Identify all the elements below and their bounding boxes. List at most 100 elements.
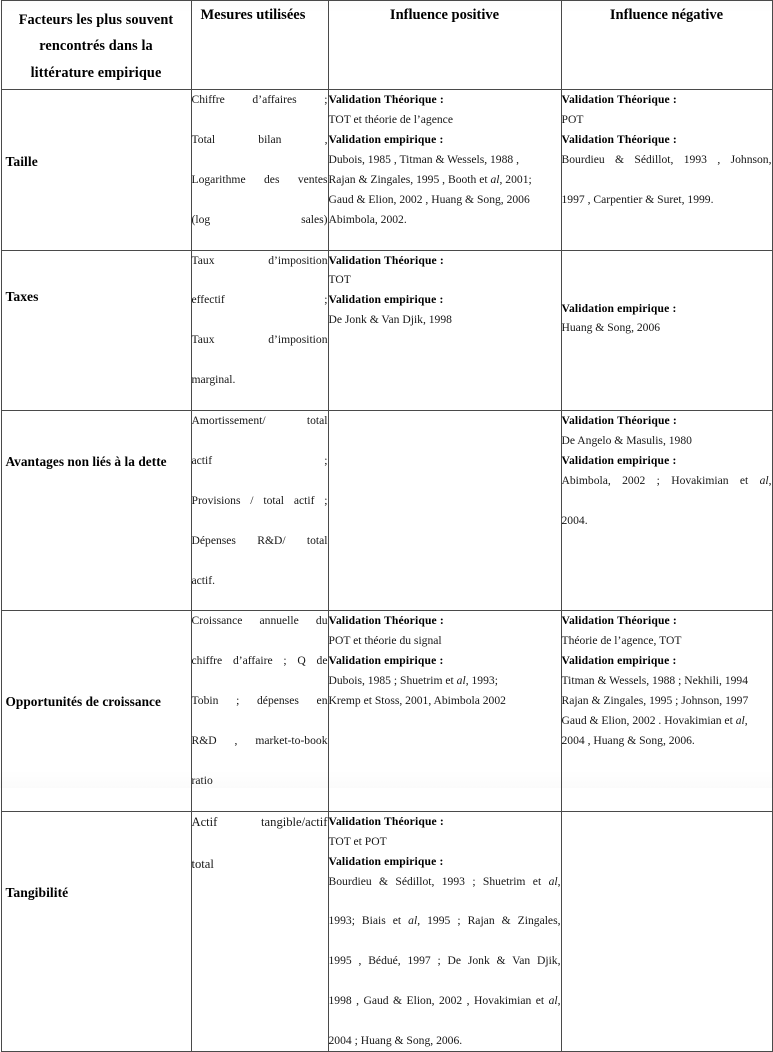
factor-cell: Avantages non liés à la dette: [0, 409, 192, 612]
positive-line: 1993; Biais et al, 1995 ; Rajan & Zingal…: [328, 914, 561, 928]
negative-line: De Angelo & Masulis, 1980: [561, 433, 692, 447]
factor-label: Opportunités de croissance: [5, 694, 161, 710]
positive-line: Validation empirique :: [328, 132, 444, 146]
positive-line: 1995 , Bédué, 1997 ; De Jonk & Van Djik,: [328, 954, 561, 968]
table-header: Facteurs les plus souvent rencontrés dan…: [0, 0, 773, 90]
measure-line: total: [191, 857, 214, 872]
positive-line: Validation empirique :: [328, 654, 444, 668]
positive-line: Dubois, 1985 ; Shuetrim et al, 1993;: [328, 674, 498, 688]
negative-line: Théorie de l’agence, TOT: [561, 634, 682, 648]
positive-line: TOT: [328, 273, 351, 287]
negative-influence-cell: [560, 810, 773, 1052]
positive-line: Bourdieu & Sédillot, 1993 ; Shuetrim et …: [328, 874, 561, 888]
negative-influence-cell: Validation Théorique : POT Validation Théo…: [560, 89, 773, 251]
table-row: Tangibilité Actif tangible/actif total Vali…: [0, 810, 773, 1052]
negative-line: Bourdieu & Sédillot, 1993 , Johnson,: [561, 152, 772, 166]
column-header-factors: Facteurs les plus souvent rencontrés dan…: [0, 0, 192, 90]
positive-line: 1998 , Gaud & Elion, 2002 , Hovakimian e…: [328, 994, 561, 1008]
header-row: Facteurs les plus souvent rencontrés dan…: [0, 0, 773, 90]
table-body: Taille Chiffre d’affaires ; Total bilan , L…: [0, 89, 773, 1052]
positive-line: De Jonk & Van Djik, 1998: [328, 313, 452, 327]
column-header-factors-line-2: rencontrés dans la: [39, 38, 153, 55]
negative-line: Gaud & Elion, 2002 . Hovakimian et al,: [561, 714, 748, 728]
positive-influence-cell: Validation Théorique : POT et théorie du …: [327, 610, 562, 812]
factor-label: Avantages non liés à la dette: [5, 454, 167, 469]
table-row: Taille Chiffre d’affaires ; Total bilan , L…: [0, 89, 773, 251]
negative-line: Validation empirique :: [561, 301, 677, 315]
measure-line: actif ;: [191, 453, 328, 467]
positive-line: Dubois, 1985 , Titman & Wessels, 1988 ,: [328, 152, 520, 166]
positive-line: Validation empirique :: [328, 293, 444, 307]
factor-cell: Taille: [0, 89, 192, 251]
negative-line: Abimbola, 2002 ; Hovakimian et al,: [561, 473, 772, 487]
scanned-page: Facteurs les plus souvent rencontrés dan…: [0, 0, 773, 1052]
positive-influence-cell: Validation Théorique : TOT Validation empi…: [327, 249, 562, 411]
positive-line: Validation Théorique :: [328, 614, 444, 628]
factor-cell: Taxes: [0, 249, 192, 411]
measure-line: R&D , market-to-book: [191, 734, 328, 747]
positive-line: POT et théorie du signal: [328, 634, 442, 648]
negative-line: Validation Théorique :: [561, 132, 677, 146]
positive-line: Validation empirique :: [328, 854, 444, 868]
measure-line: ratio: [191, 773, 213, 787]
negative-line: Validation empirique :: [561, 654, 677, 668]
factor-label: Tangibilité: [5, 884, 69, 900]
positive-line: Abimbola, 2002.: [328, 212, 407, 226]
measure-line: chiffre d’affaire ; Q de: [191, 654, 328, 668]
measure-line: Actif tangible/actif: [191, 814, 328, 829]
measure-line: Amortissement/ total: [191, 414, 328, 427]
column-header-factors-line-1: Facteurs les plus souvent: [18, 12, 174, 28]
negative-line: Rajan & Zingales, 1995 ; Johnson, 1997: [561, 694, 749, 708]
negative-line: 2004 , Huang & Song, 2006.: [561, 734, 695, 747]
measure-line: Total bilan ,: [191, 132, 328, 146]
negative-influence-cell: Validation empirique : Huang & Song, 2006: [560, 249, 773, 411]
measures-cell: Actif tangible/actif total: [190, 810, 329, 1052]
measure-line: Tobin ; dépenses en: [191, 694, 328, 708]
positive-influence-cell: Validation Théorique : TOT et POT Validati…: [327, 810, 562, 1052]
measure-line: Provisions / total actif ;: [191, 493, 328, 507]
column-header-positive-influence: Influence positive: [327, 0, 562, 90]
negative-line: Validation Théorique :: [561, 414, 677, 427]
positive-line: TOT et POT: [328, 834, 387, 848]
measure-line: Taux d’imposition: [191, 333, 328, 347]
table-row: Taxes Taux d’imposition effectif ; Taux d’i…: [0, 249, 773, 411]
factors-table: Facteurs les plus souvent rencontrés dan…: [0, 0, 773, 1052]
negative-line: 2004.: [561, 513, 588, 527]
measure-line: (log sales): [191, 212, 328, 226]
negative-influence-cell: Validation Théorique : De Angelo & Masuli…: [560, 409, 773, 612]
column-header-negative-influence: Influence négative: [560, 0, 773, 90]
negative-line: POT: [561, 112, 584, 126]
positive-line: 2004 ; Huang & Song, 2006.: [328, 1034, 463, 1048]
negative-line: Huang & Song, 2006: [561, 321, 661, 335]
measure-line: Logarithme des ventes: [191, 172, 328, 186]
table-row: Opportunités de croissance Croissance ann…: [0, 610, 773, 812]
column-header-measures: Mesures utilisées: [190, 0, 329, 90]
positive-line: Kremp et Stoss, 2001, Abimbola 2002: [328, 694, 506, 708]
measure-line: Chiffre d’affaires ;: [191, 93, 328, 106]
factor-label: Taille: [5, 154, 38, 169]
factor-cell: Tangibilité: [0, 810, 192, 1052]
negative-line: Validation empirique :: [561, 453, 677, 467]
negative-line: 1997 , Carpentier & Suret, 1999.: [561, 192, 714, 206]
measure-line: marginal.: [191, 373, 236, 387]
measure-line: Croissance annuelle du: [191, 614, 328, 628]
measure-line: actif.: [191, 573, 216, 587]
factor-cell: Opportunités de croissance: [0, 610, 192, 812]
positive-line: Gaud & Elion, 2002 , Huang & Song, 2006: [328, 192, 530, 206]
measures-cell: Chiffre d’affaires ; Total bilan , Logarit…: [190, 89, 329, 251]
positive-line: Rajan & Zingales, 1995 , Booth et al, 20…: [328, 172, 532, 186]
positive-line: TOT et théorie de l’agence: [328, 112, 453, 126]
column-header-factors-line-3: littérature empirique: [30, 64, 162, 81]
negative-influence-cell: Validation Théorique : Théorie de l’agenc…: [560, 610, 773, 812]
factor-label: Taxes: [5, 288, 39, 304]
positive-line: Validation Théorique :: [328, 93, 444, 106]
positive-influence-cell: [327, 409, 562, 612]
table-row: Avantages non liés à la dette Amortisseme…: [0, 409, 773, 612]
negative-line: Titman & Wessels, 1988 ; Nekhili, 1994: [561, 674, 749, 688]
measure-line: Dépenses R&D/ total: [191, 533, 328, 547]
positive-influence-cell: Validation Théorique : TOT et théorie de …: [327, 89, 562, 251]
measures-cell: Croissance annuelle du chiffre d’affaire …: [190, 610, 329, 812]
measures-cell: Taux d’imposition effectif ; Taux d’imposi…: [190, 249, 329, 411]
negative-line: Validation Théorique :: [561, 93, 677, 106]
measure-line: Taux d’imposition: [191, 253, 328, 267]
